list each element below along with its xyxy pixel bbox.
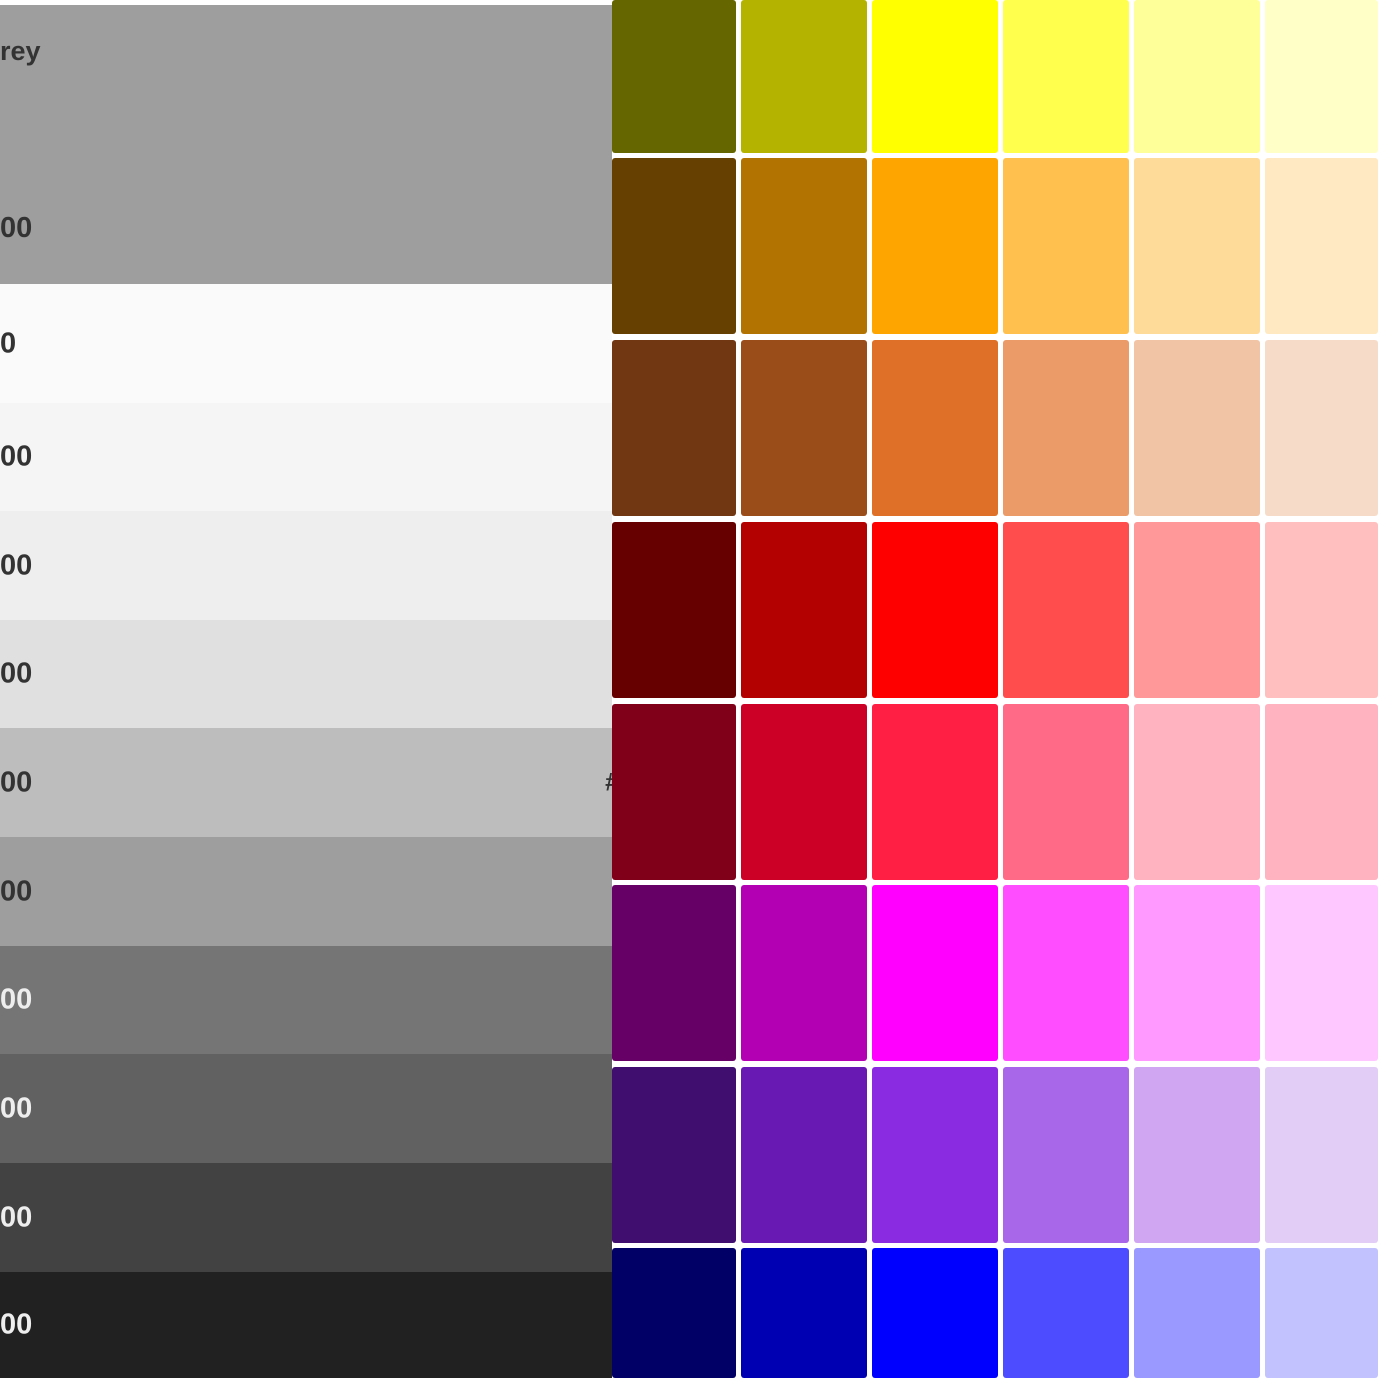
color-swatch-orange-5[interactable]	[1134, 158, 1260, 334]
color-swatch-red-6[interactable]	[1265, 522, 1378, 698]
color-swatch-orange-4[interactable]	[1003, 158, 1129, 334]
color-swatch-brown-1[interactable]	[612, 340, 736, 516]
grey-panel-title: rey	[0, 36, 41, 66]
color-swatch-brown-2[interactable]	[741, 340, 867, 516]
grey-shade-label: 0	[0, 327, 17, 359]
color-swatch-blue-1[interactable]	[612, 1248, 736, 1378]
color-swatch-red-3[interactable]	[872, 522, 998, 698]
color-swatch-crimson-4[interactable]	[1003, 704, 1129, 880]
grey-shade-row[interactable]: 00	[0, 946, 613, 1054]
color-swatch-orange-1[interactable]	[612, 158, 736, 334]
color-swatch-red-4[interactable]	[1003, 522, 1129, 698]
color-swatch-purple-6[interactable]	[1265, 1067, 1378, 1243]
color-swatch-yellow-5[interactable]	[1134, 0, 1260, 153]
grey-shade-row[interactable]: 00	[0, 837, 613, 946]
grey-shade-label: 00	[0, 983, 33, 1016]
color-swatch-blue-2[interactable]	[741, 1248, 867, 1378]
color-swatch-crimson-6[interactable]	[1265, 704, 1378, 880]
grey-shade-label: 00	[0, 1201, 33, 1233]
color-swatch-grid	[612, 0, 1378, 1378]
color-swatch-crimson-5[interactable]	[1134, 704, 1260, 880]
grey-shade-row[interactable]: 00	[0, 403, 613, 511]
color-swatch-red-5[interactable]	[1134, 522, 1260, 698]
color-swatch-magenta-5[interactable]	[1134, 885, 1260, 1061]
color-swatch-red-2[interactable]	[741, 522, 867, 698]
color-swatch-orange-6[interactable]	[1265, 158, 1378, 334]
color-swatch-purple-3[interactable]	[872, 1067, 998, 1243]
color-swatch-purple-4[interactable]	[1003, 1067, 1129, 1243]
color-swatch-orange-2[interactable]	[741, 158, 867, 334]
color-swatch-blue-6[interactable]	[1265, 1248, 1378, 1378]
color-swatch-magenta-1[interactable]	[612, 885, 736, 1061]
grey-shade-row[interactable]: 00#	[0, 728, 613, 837]
grey-shade-row[interactable]: 00	[0, 1054, 613, 1163]
color-swatch-purple-5[interactable]	[1134, 1067, 1260, 1243]
color-swatch-red-1[interactable]	[612, 522, 736, 698]
color-swatch-yellow-3[interactable]	[872, 0, 998, 153]
color-swatch-yellow-6[interactable]	[1265, 0, 1378, 153]
grey-shade-label: 00	[0, 1092, 33, 1124]
grey-shade-row[interactable]: 00	[0, 620, 613, 728]
grey-shade-row[interactable]: 00	[0, 511, 613, 620]
grey-shade-label: 00	[0, 657, 33, 690]
color-swatch-magenta-6[interactable]	[1265, 885, 1378, 1061]
color-swatch-blue-5[interactable]	[1134, 1248, 1260, 1378]
color-swatch-crimson-3[interactable]	[872, 704, 998, 880]
grey-header-shade-label: 00	[0, 212, 33, 244]
color-swatch-brown-4[interactable]	[1003, 340, 1129, 516]
color-swatch-yellow-4[interactable]	[1003, 0, 1129, 153]
grey-shade-label: 00	[0, 1308, 33, 1341]
color-swatch-crimson-1[interactable]	[612, 704, 736, 880]
grey-shade-label: 00	[0, 875, 33, 907]
grey-shade-row[interactable]: 00	[0, 1163, 613, 1272]
color-swatch-brown-6[interactable]	[1265, 340, 1378, 516]
grey-shade-label: 00	[0, 440, 33, 473]
color-swatch-magenta-2[interactable]	[741, 885, 867, 1061]
color-swatch-purple-1[interactable]	[612, 1067, 736, 1243]
color-swatch-yellow-1[interactable]	[612, 0, 736, 153]
grey-shade-row[interactable]: 00	[0, 1272, 613, 1378]
color-swatch-purple-2[interactable]	[741, 1067, 867, 1243]
grey-shade-label: 00	[0, 549, 33, 581]
color-palette-screen: rey 00 000000000#0000000000	[0, 0, 1378, 1378]
color-swatch-magenta-4[interactable]	[1003, 885, 1129, 1061]
color-swatch-brown-5[interactable]	[1134, 340, 1260, 516]
color-swatch-orange-3[interactable]	[872, 158, 998, 334]
grey-shade-row[interactable]: 0	[0, 284, 613, 403]
color-swatch-yellow-2[interactable]	[741, 0, 867, 153]
color-swatch-blue-3[interactable]	[872, 1248, 998, 1378]
grey-header-card[interactable]: rey 00	[0, 5, 613, 284]
color-swatch-blue-4[interactable]	[1003, 1248, 1129, 1378]
color-swatch-brown-3[interactable]	[872, 340, 998, 516]
grey-shade-label: 00	[0, 766, 33, 798]
grey-shades-panel: rey 00 000000000#0000000000	[0, 0, 613, 1378]
color-swatch-crimson-2[interactable]	[741, 704, 867, 880]
color-swatch-magenta-3[interactable]	[872, 885, 998, 1061]
